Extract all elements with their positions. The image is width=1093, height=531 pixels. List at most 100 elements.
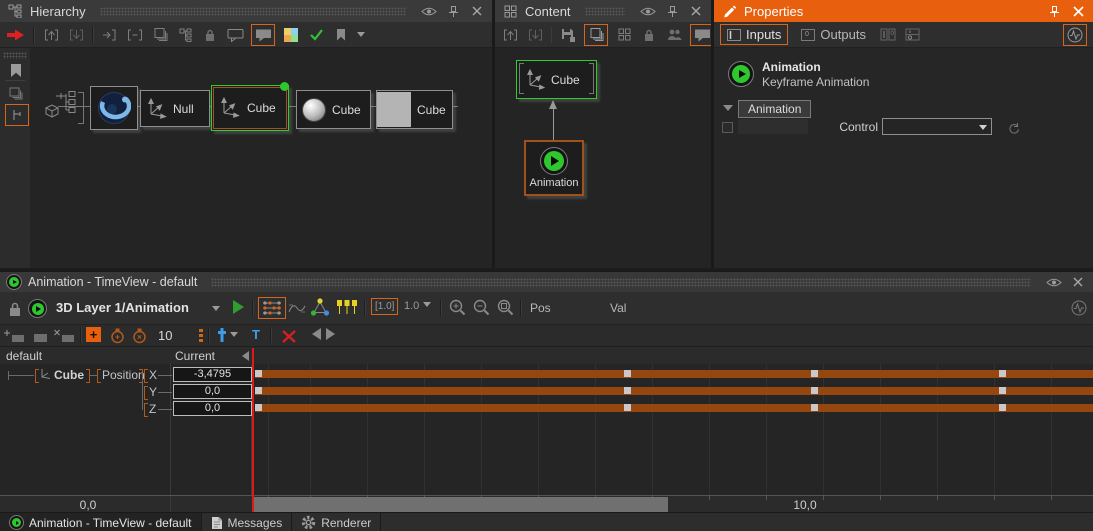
track-filter-tab-icon[interactable] xyxy=(5,104,29,126)
track-bar-x[interactable] xyxy=(255,370,1093,378)
users-icon[interactable] xyxy=(665,26,683,44)
track-area[interactable]: Cube Position X Y Z -3,4795 0,0 0,0 xyxy=(0,364,1093,495)
delete-all-keys-icon[interactable] xyxy=(280,327,298,345)
track-bar-z[interactable] xyxy=(255,404,1093,412)
group-container-icon[interactable] xyxy=(584,24,608,46)
lock-icon[interactable] xyxy=(201,26,219,44)
comment-filled-icon[interactable] xyxy=(251,24,275,46)
color-palette-icon[interactable] xyxy=(282,26,300,44)
timeline-scrollbar-thumb[interactable] xyxy=(253,497,668,513)
panel-divider[interactable] xyxy=(492,0,495,268)
animation-track-icon[interactable] xyxy=(28,299,47,318)
performance-monitor-icon[interactable] xyxy=(1063,24,1087,46)
keyframe-marker[interactable] xyxy=(624,370,631,377)
titlebar-texture[interactable] xyxy=(100,7,406,16)
panel-divider[interactable] xyxy=(0,270,1093,272)
hierarchy-canvas[interactable]: Null Cube Cube xyxy=(30,48,492,268)
side-strip-grip[interactable] xyxy=(3,52,27,59)
section-collapse-caret[interactable] xyxy=(723,105,733,116)
snap-interval-button[interactable]: [1.0] xyxy=(371,298,398,315)
control-dropdown[interactable] xyxy=(882,118,992,135)
close-icon[interactable] xyxy=(687,2,705,20)
pin-icon[interactable] xyxy=(663,2,681,20)
insert-into-icon[interactable] xyxy=(101,26,119,44)
playhead[interactable] xyxy=(252,348,254,512)
channel-y-label[interactable]: Y xyxy=(149,386,157,398)
value-x-field[interactable]: -3,4795 xyxy=(173,367,252,382)
track-bar-y[interactable] xyxy=(255,387,1093,395)
add-key-icon[interactable] xyxy=(4,327,26,345)
tab-outputs[interactable]: 0 Outputs xyxy=(795,25,872,44)
section-header-animation[interactable]: Animation xyxy=(738,100,811,118)
keyframe-marker[interactable] xyxy=(811,370,818,377)
node-cinema4d[interactable] xyxy=(90,86,138,130)
layers-tab-icon[interactable] xyxy=(7,84,25,102)
tangent-type-icon[interactable]: T xyxy=(252,327,260,342)
value-z-field[interactable]: 0,0 xyxy=(173,401,252,416)
eye-icon[interactable] xyxy=(1045,273,1063,291)
lock-icon[interactable] xyxy=(640,26,658,44)
content-node-animation[interactable]: Animation xyxy=(524,140,584,196)
eye-icon[interactable] xyxy=(639,2,657,20)
track-target-label[interactable]: 3D Layer 1/Animation xyxy=(56,300,189,315)
close-icon[interactable] xyxy=(1069,273,1087,291)
delete-key-icon[interactable] xyxy=(54,327,76,345)
statusbar-tab-messages[interactable]: Messages xyxy=(202,513,293,531)
validate-check-icon[interactable] xyxy=(307,26,325,44)
stopwatch-remove-icon[interactable] xyxy=(130,326,148,344)
node-null[interactable]: Null xyxy=(140,90,210,127)
export-up-icon[interactable] xyxy=(501,26,519,44)
channel-z-label[interactable]: Z xyxy=(149,403,156,415)
import-down-icon[interactable] xyxy=(67,26,85,44)
track-object-label[interactable]: Cube xyxy=(54,369,84,381)
auto-key-dropdown[interactable] xyxy=(218,327,238,343)
keyframe-marker[interactable] xyxy=(999,387,1006,394)
dopesheet-mode-icon[interactable] xyxy=(258,297,286,319)
bookmark-icon[interactable] xyxy=(332,26,350,44)
track-target-caret[interactable] xyxy=(212,306,220,315)
keyframe-marker[interactable] xyxy=(811,387,818,394)
close-icon[interactable] xyxy=(1069,2,1087,20)
prev-key-icon[interactable] xyxy=(306,328,321,340)
zoom-fit-icon[interactable] xyxy=(496,298,514,316)
keyframe-marker[interactable] xyxy=(624,404,631,411)
grid-view-icon[interactable] xyxy=(615,26,633,44)
titlebar-texture[interactable] xyxy=(211,278,1031,287)
collapse-values-caret[interactable] xyxy=(242,351,249,361)
lock-icon[interactable] xyxy=(6,300,24,318)
node-cube-selected[interactable]: Cube xyxy=(211,85,289,131)
jump-to-node-icon[interactable] xyxy=(6,26,26,44)
key-block-icon[interactable] xyxy=(32,327,50,345)
keyframe-marker[interactable] xyxy=(999,370,1006,377)
tab-inputs[interactable]: Inputs xyxy=(720,24,788,45)
content-node-cube[interactable]: Cube xyxy=(516,60,597,99)
pin-icon[interactable] xyxy=(444,2,462,20)
content-canvas[interactable]: Cube Animation xyxy=(495,48,711,268)
group-container-icon[interactable] xyxy=(151,26,169,44)
key-pins-icon[interactable] xyxy=(336,298,358,316)
control-animate-checkbox[interactable] xyxy=(722,122,733,133)
save-state-icon[interactable] xyxy=(559,26,577,44)
channel-x-label[interactable]: X xyxy=(149,369,157,381)
keyframe-marker[interactable] xyxy=(999,404,1006,411)
export-up-icon[interactable] xyxy=(42,26,60,44)
statusbar-tab-renderer[interactable]: Renderer xyxy=(292,513,381,531)
frame-step-value[interactable]: 10 xyxy=(158,328,172,343)
node-cube-material[interactable]: Cube xyxy=(376,90,453,129)
zoom-level-dropdown[interactable]: 1.0 xyxy=(404,300,431,312)
play-button[interactable] xyxy=(233,300,251,314)
reset-icon[interactable] xyxy=(1004,119,1022,137)
scene-structure-icon[interactable] xyxy=(40,90,80,124)
zoom-in-icon[interactable] xyxy=(448,298,466,316)
value-y-field[interactable]: 0,0 xyxy=(173,384,252,399)
subtree-icon[interactable] xyxy=(176,26,194,44)
keyframe-marker[interactable] xyxy=(255,404,262,411)
layout-name-header[interactable]: default xyxy=(6,349,42,363)
bookmark-dropdown-caret[interactable] xyxy=(357,32,365,41)
pin-icon[interactable] xyxy=(1045,2,1063,20)
rgb-channels-icon[interactable] xyxy=(310,298,330,316)
io-columns-icon[interactable]: 0 xyxy=(879,26,897,44)
comment-outline-icon[interactable] xyxy=(226,26,244,44)
keyframe-marker[interactable] xyxy=(624,387,631,394)
panel-divider[interactable] xyxy=(711,0,714,268)
